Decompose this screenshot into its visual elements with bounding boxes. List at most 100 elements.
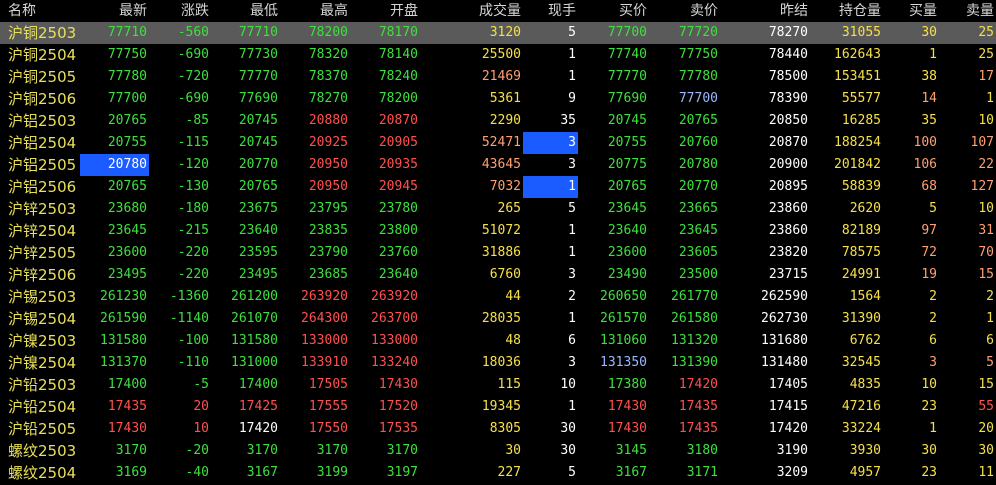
volume-cell: 51072 [481, 223, 521, 238]
low-cell: 3170 [246, 443, 278, 458]
last-cell: 23645 [107, 223, 147, 238]
column-header-last[interactable]: 最新 [80, 0, 149, 22]
quote-row[interactable]: 沪铝2505 20780 -120 20770 20950 20935 43645 3 2077… [0, 154, 996, 176]
ask-cell: 20780 [678, 157, 718, 172]
quote-row[interactable]: 沪铅2504 17435 20 17425 17555 17520 19345 1 17430 1… [0, 396, 996, 418]
column-header-high[interactable]: 最高 [280, 0, 350, 22]
column-header-bid[interactable]: 买价 [578, 0, 649, 22]
open-cell: 133000 [371, 333, 418, 348]
low-cell: 17400 [238, 377, 278, 392]
quote-row[interactable]: 沪铝2504 20755 -115 20745 20925 20905 52471 3 2075… [0, 132, 996, 154]
ask-qty-cell: 1 [986, 91, 994, 106]
volume-cell: 43645 [481, 157, 521, 172]
column-header-open-interest[interactable]: 持仓量 [810, 0, 883, 22]
current-hand-cell: 9 [568, 91, 576, 106]
column-header-volume[interactable]: 成交量 [420, 0, 523, 22]
current-hand-cell: 1 [568, 311, 576, 326]
last-cell: 77710 [80, 22, 149, 44]
low-cell: 20745 [238, 113, 278, 128]
quote-row[interactable]: 沪镍2503 131580 -100 131580 133000 133000 48 6 131… [0, 330, 996, 352]
bid-qty-cell: 100 [913, 135, 937, 150]
ask-qty-cell: 15 [978, 377, 994, 392]
prev-settle-cell: 23820 [768, 245, 808, 260]
quote-row[interactable]: 沪铜2504 77750 -690 77730 78320 78140 25500 1 7774… [0, 44, 996, 66]
volume-cell: 5361 [489, 91, 521, 106]
high-cell: 78200 [280, 22, 350, 44]
quote-row[interactable]: 沪铅2503 17400 -5 17400 17505 17430 115 10 17380 17… [0, 374, 996, 396]
quote-row[interactable]: 沪锡2504 261590 -1140 261070 264300 263700 28035… [0, 308, 996, 330]
prev-settle-cell: 20870 [768, 135, 808, 150]
bid-cell: 20755 [607, 135, 647, 150]
quote-row[interactable]: 沪铝2503 20765 -85 20745 20880 20870 2290 35 20745… [0, 110, 996, 132]
ask-qty-cell: 25 [978, 47, 994, 62]
last-cell: 17430 [107, 421, 147, 436]
volume-cell: 28035 [481, 311, 521, 326]
column-header-low[interactable]: 最低 [211, 0, 280, 22]
high-cell: 17555 [308, 399, 348, 414]
quote-row[interactable]: 沪镍2504 131370 -110 131000 133910 133240 18036 3… [0, 352, 996, 374]
high-cell: 23790 [308, 245, 348, 260]
open-interest-cell: 188254 [834, 135, 881, 150]
ask-cell: 23665 [678, 201, 718, 216]
bid-cell: 23490 [607, 267, 647, 282]
quote-row[interactable]: 沪铅2505 17430 10 17420 17550 17535 8305 30 17430 1… [0, 418, 996, 440]
column-header-open[interactable]: 开盘 [350, 0, 420, 22]
bid-qty-cell: 38 [921, 69, 937, 84]
ask-qty-cell: 11 [978, 465, 994, 480]
low-cell: 3167 [246, 465, 278, 480]
column-header-ask-qty[interactable]: 卖量 [939, 0, 996, 22]
change-cell: -85 [185, 113, 209, 128]
ask-qty-cell: 20 [978, 421, 994, 436]
ask-qty-cell: 70 [978, 245, 994, 260]
open-cell: 263920 [371, 289, 418, 304]
column-header-prev-settle[interactable]: 昨结 [720, 0, 810, 22]
bid-cell: 20775 [607, 157, 647, 172]
volume-cell: 19345 [481, 399, 521, 414]
bid-cell: 20745 [607, 113, 647, 128]
high-cell: 20925 [308, 135, 348, 150]
quote-row[interactable]: 沪铜2506 77700 -690 77690 78270 78200 5361 9 77690… [0, 88, 996, 110]
quote-row[interactable]: 螺纹2503 3170 -20 3170 3170 3170 30 30 3145 3180 319… [0, 440, 996, 462]
column-header-bid-qty[interactable]: 买量 [883, 0, 939, 22]
quote-row[interactable]: 沪锌2504 23645 -215 23640 23835 23800 51072 1 2364… [0, 220, 996, 242]
column-header-change[interactable]: 涨跌 [149, 0, 211, 22]
ask-cell: 17420 [678, 377, 718, 392]
volume-cell: 227 [497, 465, 521, 480]
ask-cell: 261770 [671, 289, 718, 304]
open-cell: 17430 [378, 377, 418, 392]
current-hand-cell: 3 [568, 157, 576, 172]
quote-row[interactable]: 螺纹2504 3169 -40 3167 3199 3197 227 5 3167 3171 320… [0, 462, 996, 484]
last-cell: 20765 [107, 113, 147, 128]
quote-row[interactable]: 沪锌2505 23600 -220 23595 23790 23760 31886 1 2360… [0, 242, 996, 264]
futures-quote-table: 名称 最新 涨跌 最低 最高 开盘 成交量 现手 买价 卖价 昨结 持仓量 买量… [0, 0, 996, 484]
volume-cell: 3120 [420, 22, 523, 44]
quote-row[interactable]: 沪铜2505 77780 -720 77770 78370 78240 21469 1 7777… [0, 66, 996, 88]
quote-row[interactable]: 沪锌2506 23495 -220 23495 23685 23640 6760 3 23490… [0, 264, 996, 286]
bid-qty-cell: 30 [883, 22, 939, 44]
last-cell: 3169 [115, 465, 147, 480]
prev-settle-cell: 78500 [768, 69, 808, 84]
bid-qty-cell: 30 [921, 443, 937, 458]
open-interest-cell: 31055 [810, 22, 883, 44]
last-cell: 261590 [100, 311, 147, 326]
ask-cell: 20770 [678, 179, 718, 194]
bid-cell: 17430 [607, 421, 647, 436]
change-cell: -180 [177, 201, 209, 216]
bid-qty-cell: 10 [921, 377, 937, 392]
bid-cell: 23600 [607, 245, 647, 260]
column-header-current-hand[interactable]: 现手 [523, 0, 578, 22]
quote-row[interactable]: 沪铜2503 77710 -560 77710 78200 78170 3120 5 77700… [0, 22, 996, 44]
column-header-ask[interactable]: 卖价 [649, 0, 720, 22]
last-cell: 77700 [107, 91, 147, 106]
open-cell: 78140 [378, 47, 418, 62]
high-cell: 23835 [308, 223, 348, 238]
quote-row[interactable]: 沪锌2503 23680 -180 23675 23795 23780 265 5 23645 2… [0, 198, 996, 220]
quote-row[interactable]: 沪铝2506 20765 -130 20765 20950 20945 7032 1 20765… [0, 176, 996, 198]
change-cell: -130 [177, 179, 209, 194]
bid-qty-cell: 106 [913, 157, 937, 172]
low-cell: 20765 [238, 179, 278, 194]
open-interest-cell: 58839 [841, 179, 881, 194]
column-header-name[interactable]: 名称 [0, 0, 80, 22]
name-cell: 沪锌2503 [8, 200, 77, 218]
quote-row[interactable]: 沪锡2503 261230 -1360 261200 263920 263920 44 2 26… [0, 286, 996, 308]
